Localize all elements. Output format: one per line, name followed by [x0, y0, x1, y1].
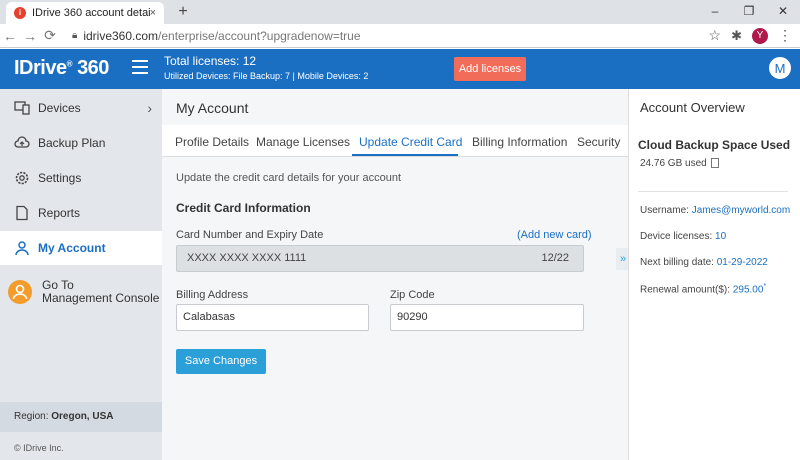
maximize-button[interactable]: ❐: [732, 0, 766, 24]
user-icon: [14, 240, 30, 256]
account-overview-panel: Account Overview Cloud Backup Space Used…: [628, 89, 800, 460]
sidebar-item-label: Devices: [38, 101, 81, 115]
url-bar[interactable]: 🔒︎ idrive360.com/enterprise/account?upgr…: [72, 26, 709, 46]
browser-toolbar: ← → ⟳ 🔒︎ idrive360.com/enterprise/accoun…: [0, 24, 800, 48]
idrive-logo[interactable]: IDrive® 360: [14, 57, 109, 80]
back-arrow-icon[interactable]: ←: [0, 28, 20, 44]
url-text: idrive360.com/enterprise/account?upgrade…: [83, 28, 361, 43]
username-line: Username: James@myworld.com: [640, 205, 791, 216]
sidebar-item-my-account[interactable]: My Account: [0, 231, 162, 265]
total-licenses: Total licenses: 12: [164, 54, 257, 68]
browser-tab-title: IDrive 360 account details: [32, 7, 150, 19]
tab-update-credit-card[interactable]: Update Credit Card: [359, 135, 462, 149]
sidebar-item-label: Settings: [38, 171, 82, 185]
active-tab-indicator: [352, 154, 458, 156]
tab-security[interactable]: Security: [577, 135, 620, 149]
devices-icon: [14, 100, 30, 116]
console-user-icon: [8, 280, 32, 304]
chevron-right-icon: ›: [147, 100, 152, 116]
device-licenses-value: 10: [715, 231, 727, 242]
management-console-link[interactable]: Go To Management Console: [0, 269, 162, 315]
card-number-field: XXXX XXXX XXXX 1111 12/22: [176, 245, 584, 272]
document-icon: [14, 205, 30, 221]
main-content: My Account Profile Details Manage Licens…: [162, 89, 628, 460]
renewal-footnote-mark: *: [763, 283, 767, 290]
region-indicator: Region: Oregon, USA: [0, 402, 162, 432]
tab-billing-information[interactable]: Billing Information: [472, 135, 567, 149]
browser-menu-icon[interactable]: ⋮: [778, 27, 792, 44]
cloud-upload-icon: [14, 135, 30, 151]
app-header: IDrive® 360 Total licenses: 12 Utilized …: [0, 49, 800, 89]
overview-divider: [638, 191, 788, 192]
account-tabs: Profile Details Manage Licenses Update C…: [162, 125, 628, 157]
hamburger-menu-icon[interactable]: [132, 60, 148, 74]
sidebar-item-label: Reports: [38, 206, 81, 220]
reload-icon[interactable]: ⟳: [40, 27, 60, 44]
renewal-amount-line: Renewal amount($): 295.00*: [640, 283, 767, 296]
browser-tabstrip: i IDrive 360 account details × + – ❐ ✕: [0, 0, 800, 24]
user-avatar[interactable]: M: [769, 57, 791, 79]
lock-icon: 🔒︎: [72, 30, 78, 41]
gear-icon: [14, 170, 30, 186]
console-label-line2: Management Console: [42, 291, 160, 305]
sidebar-item-reports[interactable]: Reports: [0, 196, 162, 230]
idrive-favicon-icon: i: [14, 7, 26, 19]
forward-arrow-icon[interactable]: →: [20, 28, 40, 44]
add-new-card-link[interactable]: (Add new card): [517, 229, 592, 241]
next-billing-line: Next billing date: 01-29-2022: [640, 257, 768, 268]
billing-address-input[interactable]: Calabasas: [176, 304, 369, 331]
section-title: Credit Card Information: [176, 201, 311, 215]
browser-profile-avatar[interactable]: Y: [752, 27, 768, 44]
window-controls: – ❐ ✕: [698, 0, 800, 24]
space-heading: Cloud Backup Space Used: [638, 138, 791, 152]
renewal-amount-value: 295.00: [732, 284, 764, 296]
zip-code-label: Zip Code: [390, 289, 435, 301]
username-value: James@myworld.com: [691, 205, 791, 216]
card-number: XXXX XXXX XXXX 1111: [187, 252, 307, 264]
space-used: 24.76 GB used: [640, 158, 719, 169]
form-description: Update the credit card details for your …: [176, 172, 402, 184]
billing-address-label: Billing Address: [176, 289, 249, 301]
sidebar-item-label: My Account: [38, 241, 106, 255]
save-changes-button[interactable]: Save Changes: [176, 349, 266, 374]
next-billing-value: 01-29-2022: [716, 257, 768, 268]
close-window-button[interactable]: ✕: [766, 0, 800, 24]
sidebar-item-backup-plan[interactable]: Backup Plan: [0, 126, 162, 160]
minimize-button[interactable]: –: [698, 0, 732, 24]
copyright-text: © IDrive Inc.: [14, 443, 64, 453]
tab-close-icon[interactable]: ×: [150, 7, 156, 19]
card-field-label: Card Number and Expiry Date: [176, 229, 324, 241]
page-title: My Account: [176, 100, 249, 116]
sidebar-item-devices[interactable]: Devices ›: [0, 91, 162, 125]
sidebar: Devices › Backup Plan Settings Reports M…: [0, 89, 162, 460]
calculator-icon[interactable]: [710, 158, 719, 169]
overview-title: Account Overview: [640, 100, 745, 115]
browser-tab[interactable]: i IDrive 360 account details ×: [6, 2, 164, 24]
device-licenses-line: Device licenses: 10: [640, 231, 727, 242]
sidebar-item-label: Backup Plan: [38, 136, 106, 150]
card-expiry: 12/22: [541, 252, 569, 264]
extensions-puzzle-icon[interactable]: ✱: [731, 28, 742, 44]
utilized-devices: Utilized Devices: File Backup: 7 | Mobil…: [164, 71, 369, 81]
add-licenses-button[interactable]: Add licenses: [454, 57, 526, 81]
new-tab-button[interactable]: +: [174, 3, 192, 21]
sidebar-item-settings[interactable]: Settings: [0, 161, 162, 195]
bookmark-star-icon[interactable]: ☆: [709, 27, 722, 44]
zip-code-input[interactable]: 90290: [390, 304, 584, 331]
tab-manage-licenses[interactable]: Manage Licenses: [256, 135, 350, 149]
tab-profile-details[interactable]: Profile Details: [175, 135, 249, 149]
